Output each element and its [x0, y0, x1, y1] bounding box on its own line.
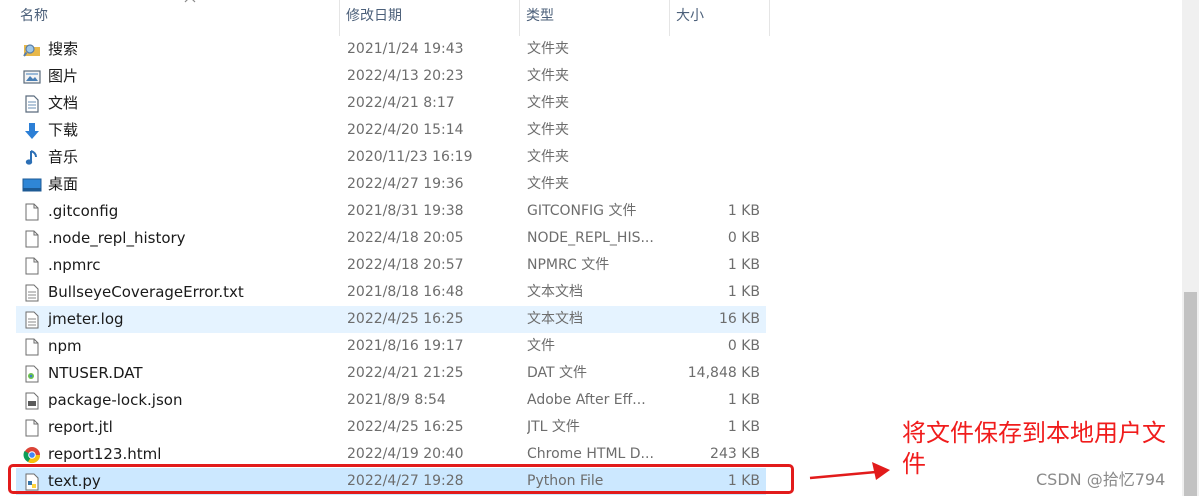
- documents-folder-icon: [22, 90, 42, 117]
- column-header: 名称 修改日期 类型 大小: [0, 0, 1180, 36]
- file-icon: [22, 414, 42, 441]
- table-row[interactable]: npm 2021/8/16 19:17 文件 0 KB: [16, 333, 766, 360]
- table-row[interactable]: BullseyeCoverageError.txt 2021/8/18 16:4…: [16, 279, 766, 306]
- table-row[interactable]: 下载 2022/4/20 15:14 文件夹: [16, 117, 766, 144]
- pictures-folder-icon: [22, 63, 42, 90]
- file-icon: [22, 252, 42, 279]
- table-row[interactable]: report.jtl 2022/4/25 16:25 JTL 文件 1 KB: [16, 414, 766, 441]
- table-row[interactable]: .node_repl_history 2022/4/18 20:05 NODE_…: [16, 225, 766, 252]
- scrollbar-thumb[interactable]: [1184, 292, 1197, 496]
- dat-file-icon: [22, 360, 42, 387]
- file-icon: [22, 198, 42, 225]
- desktop-folder-icon: [22, 171, 42, 198]
- search-folder-icon: [22, 36, 42, 63]
- table-row[interactable]: 图片 2022/4/13 20:23 文件夹: [16, 63, 766, 90]
- download-folder-icon: [22, 117, 42, 144]
- table-row[interactable]: NTUSER.DAT 2022/4/21 21:25 DAT 文件 14,848…: [16, 360, 766, 387]
- music-folder-icon: [22, 144, 42, 171]
- highlight-box: [8, 464, 794, 494]
- table-row[interactable]: 文档 2022/4/21 8:17 文件夹: [16, 90, 766, 117]
- column-header-date[interactable]: 修改日期: [340, 0, 520, 36]
- table-row[interactable]: 音乐 2020/11/23 16:19 文件夹: [16, 144, 766, 171]
- column-header-size[interactable]: 大小: [670, 0, 770, 36]
- watermark: CSDN @拾忆794: [1036, 470, 1166, 489]
- arrow-icon: [809, 462, 890, 480]
- table-row[interactable]: jmeter.log 2022/4/25 16:25 文本文档 16 KB: [16, 306, 766, 333]
- file-icon: [22, 333, 42, 360]
- text-file-icon: [22, 306, 42, 333]
- column-header-type[interactable]: 类型: [520, 0, 670, 36]
- text-file-icon: [22, 279, 42, 306]
- file-icon: [22, 225, 42, 252]
- table-row[interactable]: .gitconfig 2021/8/31 19:38 GITCONFIG 文件 …: [16, 198, 766, 225]
- table-row[interactable]: 桌面 2022/4/27 19:36 文件夹: [16, 171, 766, 198]
- json-file-icon: [22, 387, 42, 414]
- table-row[interactable]: 搜索 2021/1/24 19:43 文件夹: [16, 36, 766, 63]
- vertical-scrollbar[interactable]: [1182, 0, 1199, 496]
- column-header-name[interactable]: 名称: [14, 0, 340, 36]
- table-row[interactable]: package-lock.json 2021/8/9 8:54 Adobe Af…: [16, 387, 766, 414]
- table-row[interactable]: .npmrc 2022/4/18 20:57 NPMRC 文件 1 KB: [16, 252, 766, 279]
- sort-ascending-icon: [184, 0, 196, 3]
